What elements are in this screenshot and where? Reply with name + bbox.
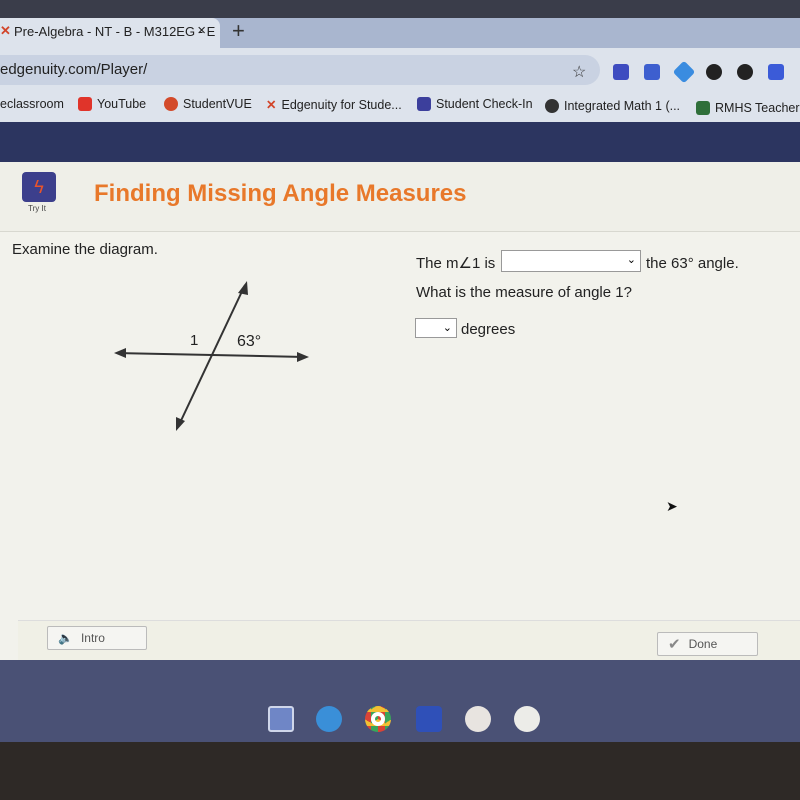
edgenuity-icon: ✕: [266, 98, 277, 112]
bookmark-rmhs-teacher[interactable]: RMHS Teacher I: [696, 101, 800, 115]
bookmark-studentvue[interactable]: StudentVUE: [164, 97, 252, 111]
angle-1-label: 1: [190, 332, 198, 349]
rainbow-app-icon[interactable]: [465, 706, 491, 732]
settings-app-icon[interactable]: [316, 706, 342, 732]
angle-63-label: 63°: [237, 333, 261, 350]
chrome-app-icon[interactable]: [365, 706, 391, 732]
angle-diagram: 1 63°: [114, 281, 309, 431]
files-app-icon[interactable]: [268, 706, 294, 732]
try-it-icon: ϟ: [22, 172, 56, 202]
chromeos-shelf: [0, 660, 800, 742]
new-tab-button[interactable]: +: [232, 18, 245, 44]
address-bar[interactable]: edgenuity.com/Player/: [0, 55, 600, 85]
browser-tab[interactable]: ✕ Pre-Algebra - NT - B - M312EG - E ×: [0, 18, 220, 48]
extension-puzzle-icon[interactable]: [644, 64, 660, 80]
degrees-label: degrees: [461, 321, 516, 338]
extension-shield-icon[interactable]: [706, 64, 722, 80]
bookmarks-bar: eclassroom YouTube StudentVUE ✕ Edgenuity…: [0, 88, 800, 122]
play-store-icon[interactable]: [514, 706, 540, 732]
question-2-text: What is the measure of angle 1?: [416, 284, 632, 301]
mouse-cursor-icon: ➤: [666, 498, 678, 514]
player-top-band: [0, 122, 800, 162]
chevron-down-icon: ⌄: [442, 322, 452, 334]
question-1-suffix: the 63° angle.: [646, 255, 739, 272]
webcam-icon: [545, 99, 559, 113]
done-button[interactable]: ✔ Done: [657, 632, 758, 656]
plus-icon: [696, 101, 710, 115]
arrowhead-top: [238, 281, 248, 295]
bookmark-star-icon[interactable]: ☆: [572, 62, 586, 82]
chevron-down-icon: ⌄: [626, 254, 636, 266]
tab-close-icon[interactable]: ×: [197, 22, 206, 39]
studentvue-icon: [164, 97, 178, 111]
tab-title: Pre-Algebra - NT - B - M312EG - E: [14, 24, 216, 39]
arrowhead-left: [114, 348, 126, 358]
question-1-prefix: The m∠1 is: [416, 255, 496, 272]
try-it-label: Try It: [28, 204, 46, 213]
edgenuity-favicon-icon: ✕: [0, 23, 11, 38]
extension-bookmark-icon[interactable]: [768, 64, 784, 80]
arrowhead-bottom: [176, 417, 185, 431]
angle-measure-dropdown[interactable]: ⌄: [415, 318, 457, 338]
checkmark-icon: ✔: [668, 636, 681, 653]
form-icon: [417, 97, 431, 111]
arrowhead-right: [297, 352, 309, 362]
extension-shield-icon-2[interactable]: [737, 64, 753, 80]
bookmark-classroom[interactable]: eclassroom: [0, 97, 64, 111]
youtube-icon: [78, 97, 92, 111]
speaker-icon: 🔈: [58, 631, 73, 645]
instruction-text: Examine the diagram.: [12, 241, 158, 258]
bookmark-youtube[interactable]: YouTube: [78, 97, 146, 111]
relationship-dropdown[interactable]: ⌄: [501, 250, 641, 272]
url-text: edgenuity.com/Player/: [0, 61, 148, 78]
bookmark-integrated-math[interactable]: Integrated Math 1 (...: [545, 99, 680, 113]
extension-grid-icon[interactable]: [613, 64, 629, 80]
bookmark-student-checkin[interactable]: Student Check-In: [417, 97, 533, 111]
intro-button[interactable]: 🔈 Intro: [47, 626, 147, 650]
laptop-bezel: [0, 742, 800, 800]
page-title: Finding Missing Angle Measures: [94, 180, 467, 207]
webcam-app-icon[interactable]: [416, 706, 442, 732]
bookmark-edgenuity[interactable]: ✕ Edgenuity for Stude...: [266, 97, 402, 113]
window-top: [0, 0, 800, 18]
